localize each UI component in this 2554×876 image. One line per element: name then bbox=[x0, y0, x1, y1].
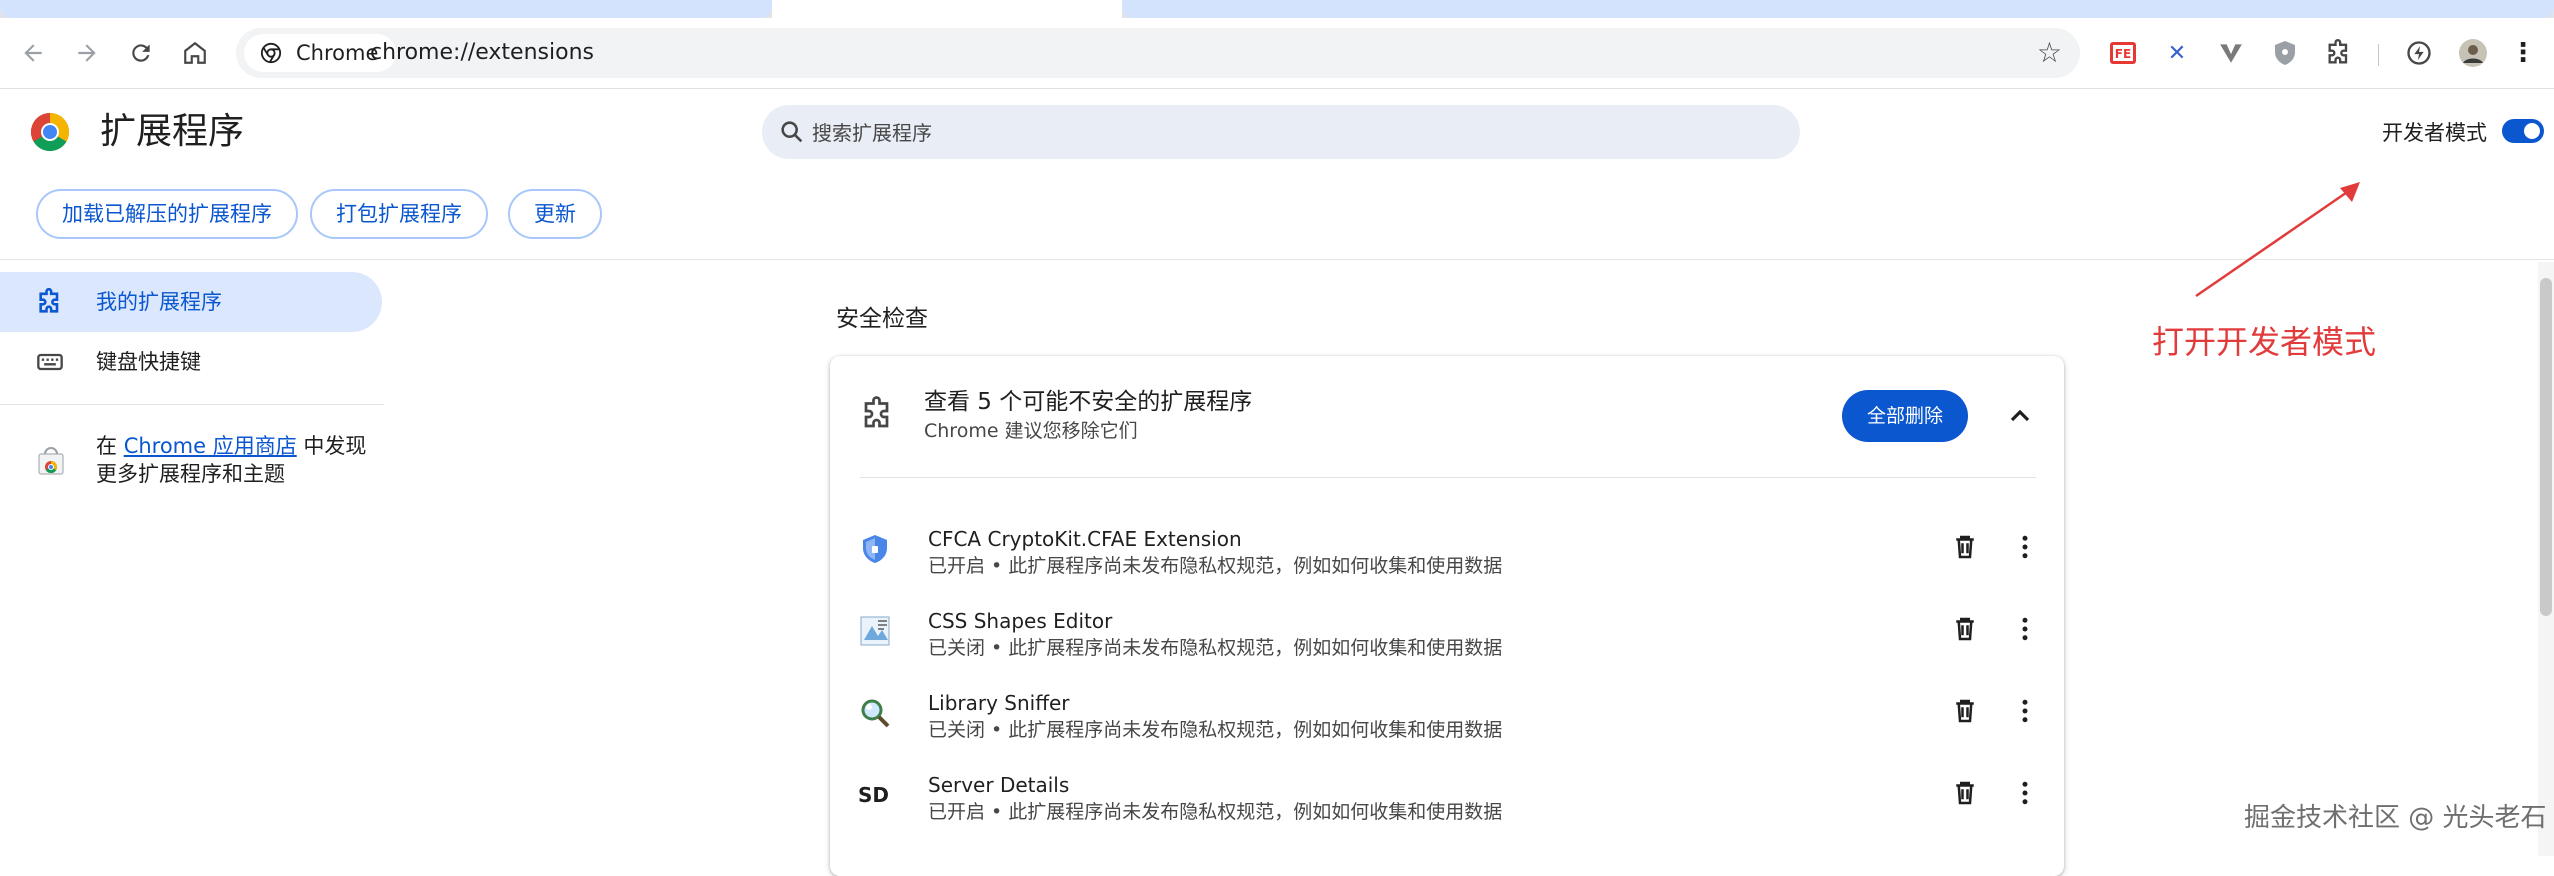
extensions-puzzle-icon[interactable] bbox=[2324, 38, 2354, 68]
scrollbar-thumb[interactable] bbox=[2540, 278, 2552, 616]
trash-icon[interactable] bbox=[1950, 532, 1980, 562]
webstore-icon bbox=[38, 447, 64, 475]
chrome-logo-icon bbox=[30, 112, 70, 152]
tab-right[interactable] bbox=[1122, 0, 2554, 18]
tab-left[interactable] bbox=[0, 0, 772, 18]
webstore-link[interactable]: Chrome 应用商店 bbox=[124, 434, 297, 458]
bookmark-star-icon[interactable]: ☆ bbox=[2037, 36, 2062, 70]
dev-mode-label: 开发者模式 bbox=[2382, 121, 2487, 145]
card-subheading: Chrome 建议您移除它们 bbox=[924, 420, 1138, 442]
trash-icon[interactable] bbox=[1950, 614, 1980, 644]
webstore-promo-text: 在 Chrome 应用商店 中发现更多扩展程序和主题 bbox=[96, 432, 376, 488]
sidebar-item-keyboard-shortcuts[interactable]: 键盘快捷键 bbox=[0, 332, 382, 392]
reload-icon[interactable] bbox=[124, 36, 158, 70]
watermark: 掘金技术社区 @ 光头老石 bbox=[2244, 803, 2547, 833]
extension-shield-icon[interactable] bbox=[2270, 38, 2300, 68]
trash-icon[interactable] bbox=[1950, 778, 1980, 808]
extension-name: Server Details bbox=[928, 773, 1070, 797]
sidebar-item-my-extensions[interactable]: 我的扩展程序 bbox=[0, 272, 382, 332]
performance-icon[interactable] bbox=[2404, 38, 2434, 68]
forward-icon[interactable] bbox=[70, 36, 104, 70]
chevron-up-icon[interactable] bbox=[2004, 400, 2036, 432]
svg-text:FE: FE bbox=[2115, 47, 2131, 61]
tab-strip bbox=[0, 0, 2554, 18]
safety-check-title: 安全检查 bbox=[836, 306, 928, 332]
load-unpacked-button[interactable]: 加载已解压的扩展程序 bbox=[36, 189, 298, 239]
extension-row: SD Server Details 已开启 • 此扩展程序尚未发布隐私权规范，例… bbox=[830, 766, 2064, 848]
extension-name: Library Sniffer bbox=[928, 691, 1070, 715]
extension-status: 已关闭 • 此扩展程序尚未发布隐私权规范，例如如何收集和使用数据 bbox=[928, 719, 1503, 741]
pack-extension-button[interactable]: 打包扩展程序 bbox=[310, 189, 488, 239]
search-icon bbox=[781, 121, 803, 143]
safety-check-card: 查看 5 个可能不安全的扩展程序 Chrome 建议您移除它们 全部删除 CFC… bbox=[830, 356, 2064, 876]
page-header: 扩展程序 开发者模式 加载已解压的扩展程序 打包扩展程序 更新 bbox=[0, 89, 2554, 260]
home-icon[interactable] bbox=[178, 36, 212, 70]
search-box[interactable] bbox=[762, 105, 1800, 161]
extension-status: 已开启 • 此扩展程序尚未发布隐私权规范，例如如何收集和使用数据 bbox=[928, 555, 1503, 577]
menu-dots-icon[interactable]: ⋮ bbox=[2508, 38, 2538, 68]
back-icon[interactable] bbox=[16, 36, 50, 70]
webstore-prefix: 在 bbox=[96, 434, 124, 458]
trash-icon[interactable] bbox=[1950, 696, 1980, 726]
extension-row: CSS Shapes Editor 已关闭 • 此扩展程序尚未发布隐私权规范，例… bbox=[830, 602, 2064, 684]
keyboard-icon bbox=[37, 353, 63, 371]
shield-icon bbox=[863, 535, 887, 563]
extension-status: 已关闭 • 此扩展程序尚未发布隐私权规范，例如如何收集和使用数据 bbox=[928, 637, 1503, 659]
card-divider bbox=[860, 477, 2036, 478]
sidebar-label: 键盘快捷键 bbox=[96, 350, 201, 374]
extension-v-icon[interactable] bbox=[2216, 38, 2246, 68]
sidebar-divider bbox=[0, 404, 384, 405]
update-button[interactable]: 更新 bbox=[508, 189, 602, 239]
more-vert-icon[interactable] bbox=[2010, 778, 2040, 808]
annotation-arrow-icon bbox=[2195, 182, 2360, 298]
extension-row: CFCA CryptoKit.CFAE Extension 已开启 • 此扩展程… bbox=[830, 520, 2064, 602]
sidebar-label: 我的扩展程序 bbox=[96, 290, 222, 314]
page-scrollbar[interactable] bbox=[2538, 262, 2554, 856]
extension-status: 已开启 • 此扩展程序尚未发布隐私权规范，例如如何收集和使用数据 bbox=[928, 801, 1503, 823]
annotation-text: 打开开发者模式 bbox=[2152, 323, 2377, 361]
card-heading: 查看 5 个可能不安全的扩展程序 bbox=[924, 389, 1253, 415]
extension-row: Library Sniffer 已关闭 • 此扩展程序尚未发布隐私权规范，例如如… bbox=[830, 684, 2064, 766]
extension-name: CSS Shapes Editor bbox=[928, 609, 1113, 633]
puzzle-icon bbox=[864, 396, 889, 428]
tab-active[interactable] bbox=[772, 0, 1122, 18]
toolbar-divider bbox=[2378, 44, 2379, 66]
more-vert-icon[interactable] bbox=[2010, 532, 2040, 562]
page-title: 扩展程序 bbox=[100, 111, 245, 152]
chrome-chip-label: Chrome bbox=[296, 41, 379, 65]
toggle-knob bbox=[2524, 123, 2540, 139]
magnifier-icon bbox=[861, 699, 890, 728]
profile-avatar-icon[interactable] bbox=[2458, 38, 2488, 68]
dev-mode-toggle[interactable] bbox=[2502, 119, 2544, 143]
puzzle-icon bbox=[39, 288, 59, 313]
extension-fe-icon[interactable]: FE bbox=[2108, 38, 2138, 68]
more-vert-icon[interactable] bbox=[2010, 614, 2040, 644]
address-bar[interactable]: Chrome chrome://extensions ☆ bbox=[236, 28, 2080, 78]
extension-name: CFCA CryptoKit.CFAE Extension bbox=[928, 527, 1242, 551]
browser-toolbar: Chrome chrome://extensions ☆ FE ✕ ⋮ bbox=[0, 18, 2554, 89]
sd-icon: SD bbox=[858, 783, 890, 807]
url-text[interactable]: chrome://extensions bbox=[370, 28, 594, 78]
remove-all-button[interactable]: 全部删除 bbox=[1842, 390, 1968, 442]
css-shapes-icon bbox=[860, 616, 890, 646]
more-vert-icon[interactable] bbox=[2010, 696, 2040, 726]
search-input[interactable] bbox=[810, 105, 1774, 161]
chrome-logo-icon bbox=[260, 42, 282, 64]
extension-x-icon[interactable]: ✕ bbox=[2162, 38, 2192, 68]
